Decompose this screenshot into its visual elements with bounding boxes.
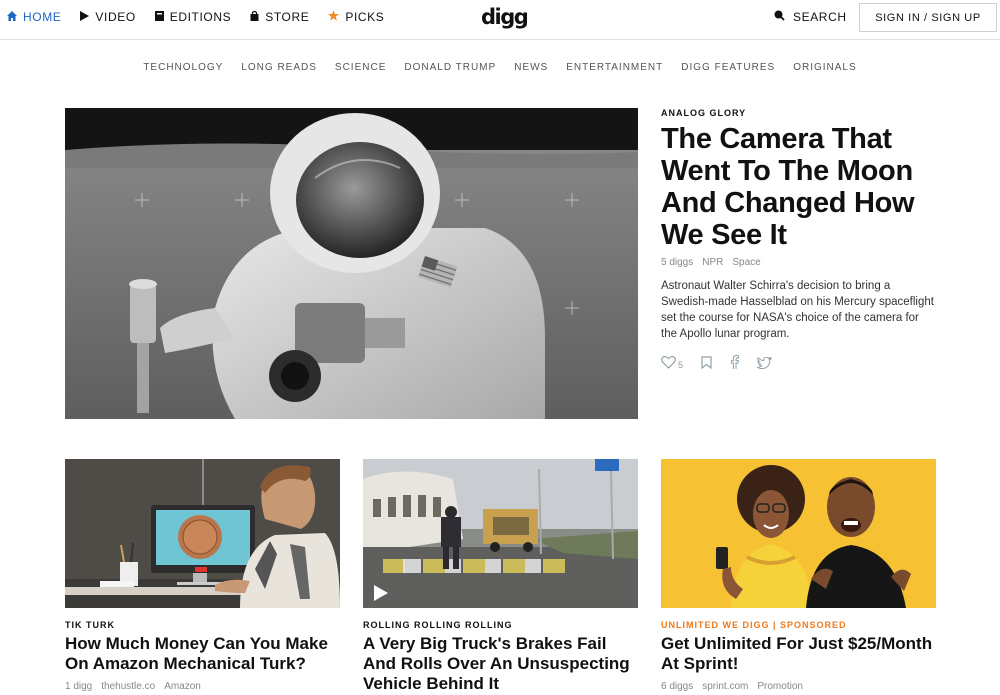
sign-in-button[interactable]: SIGN IN / SIGN UP xyxy=(859,3,997,32)
category-science[interactable]: SCIENCE xyxy=(335,62,386,73)
twitter-share-button[interactable] xyxy=(757,355,773,374)
bookmark-icon xyxy=(701,355,712,374)
hero-meta: 5 diggs NPR Space xyxy=(661,257,961,268)
home-icon xyxy=(7,10,17,24)
story-card: TIK TURK How Much Money Can You Make On … xyxy=(65,459,340,692)
sponsored-thumbnail[interactable] xyxy=(661,459,936,608)
nav-store[interactable]: STORE xyxy=(250,10,309,24)
category-digg-features[interactable]: DIGG FEATURES xyxy=(681,62,775,73)
facebook-share-button[interactable] xyxy=(730,355,740,374)
category-originals[interactable]: ORIGINALS xyxy=(793,62,856,73)
heart-count: 5 xyxy=(678,359,684,370)
nav-home[interactable]: HOME xyxy=(7,10,61,24)
story-title[interactable]: A Very Big Truck's Brakes Fail And Rolls… xyxy=(363,634,638,694)
save-button[interactable] xyxy=(701,355,712,374)
nav-picks-label: PICKS xyxy=(345,10,385,24)
category-donald-trump[interactable]: DONALD TRUMP xyxy=(404,62,496,73)
heart-icon xyxy=(661,355,676,374)
star-icon xyxy=(328,10,340,24)
hero-source[interactable]: NPR xyxy=(702,257,723,268)
sponsored-card: UNLIMITED WE DIGG | SPONSORED Get Unlimi… xyxy=(661,459,936,692)
story-source[interactable]: thehustle.co xyxy=(101,681,155,692)
category-entertainment[interactable]: ENTERTAINMENT xyxy=(566,62,663,73)
play-icon xyxy=(80,10,90,24)
hero-description: Astronaut Walter Schirra's decision to b… xyxy=(661,280,934,340)
sponsored-digg-count: 6 diggs xyxy=(661,681,694,692)
nav-home-label: HOME xyxy=(23,10,62,24)
story-tag[interactable]: Amazon xyxy=(164,681,201,692)
nav-picks[interactable]: PICKS xyxy=(328,10,384,24)
hero-digg-count: 5 diggs xyxy=(661,257,694,268)
hero-kicker[interactable]: ANALOG GLORY xyxy=(661,108,961,118)
astronaut-photo xyxy=(65,108,638,419)
mechanical-turk-photo xyxy=(65,459,340,608)
story-meta: 1 digg thehustle.co Amazon xyxy=(65,681,340,692)
nav-editions[interactable]: EDITIONS xyxy=(154,10,232,24)
twitter-icon xyxy=(757,355,773,374)
search-icon xyxy=(774,10,785,24)
nav-store-label: STORE xyxy=(265,10,310,24)
search-label: SEARCH xyxy=(793,10,847,24)
digg-heart-button[interactable]: 5 xyxy=(661,355,684,374)
nav-editions-label: EDITIONS xyxy=(169,10,232,24)
hero-actions: 5 xyxy=(661,355,961,374)
sponsored-kicker[interactable]: UNLIMITED WE DIGG | SPONSORED xyxy=(661,620,936,630)
editions-icon xyxy=(154,10,164,24)
hero-story: ANALOG GLORY The Camera That Went To The… xyxy=(661,108,961,374)
hero-tag[interactable]: Space xyxy=(732,257,760,268)
sponsored-meta: 6 diggs sprint.com Promotion xyxy=(661,681,936,692)
category-news[interactable]: NEWS xyxy=(514,62,548,73)
hero-title[interactable]: The Camera That Went To The Moon And Cha… xyxy=(661,123,961,251)
story-digg-count: 1 digg xyxy=(65,681,93,692)
facebook-icon xyxy=(730,355,740,374)
story-kicker[interactable]: ROLLING ROLLING ROLLING xyxy=(363,620,638,630)
truck-road-photo xyxy=(363,459,638,608)
story-kicker[interactable]: TIK TURK xyxy=(65,620,340,630)
category-technology[interactable]: TECHNOLOGY xyxy=(143,62,223,73)
category-long-reads[interactable]: LONG READS xyxy=(241,62,317,73)
story-thumbnail[interactable] xyxy=(65,459,340,608)
sprint-promo-photo xyxy=(661,459,936,608)
nav-video-label: VIDEO xyxy=(95,10,136,24)
top-bar: HOME VIDEO EDITIONS STORE PICKS digg SEA… xyxy=(0,0,1000,40)
main-nav: HOME VIDEO EDITIONS STORE PICKS xyxy=(7,0,403,34)
digg-logo[interactable]: digg xyxy=(481,5,529,29)
sponsored-title[interactable]: Get Unlimited For Just $25/Month At Spri… xyxy=(661,634,936,674)
story-title[interactable]: How Much Money Can You Make On Amazon Me… xyxy=(65,634,340,674)
sponsored-tag[interactable]: Promotion xyxy=(757,681,803,692)
category-nav: TECHNOLOGY LONG READS SCIENCE DONALD TRU… xyxy=(0,62,1000,73)
search-button[interactable]: SEARCH xyxy=(774,0,847,34)
story-card: ROLLING ROLLING ROLLING A Very Big Truck… xyxy=(363,459,638,694)
sponsored-source[interactable]: sprint.com xyxy=(702,681,748,692)
nav-video[interactable]: VIDEO xyxy=(80,10,135,24)
story-thumbnail[interactable] xyxy=(363,459,638,608)
hero-image[interactable] xyxy=(65,108,638,419)
bag-icon xyxy=(250,10,259,24)
